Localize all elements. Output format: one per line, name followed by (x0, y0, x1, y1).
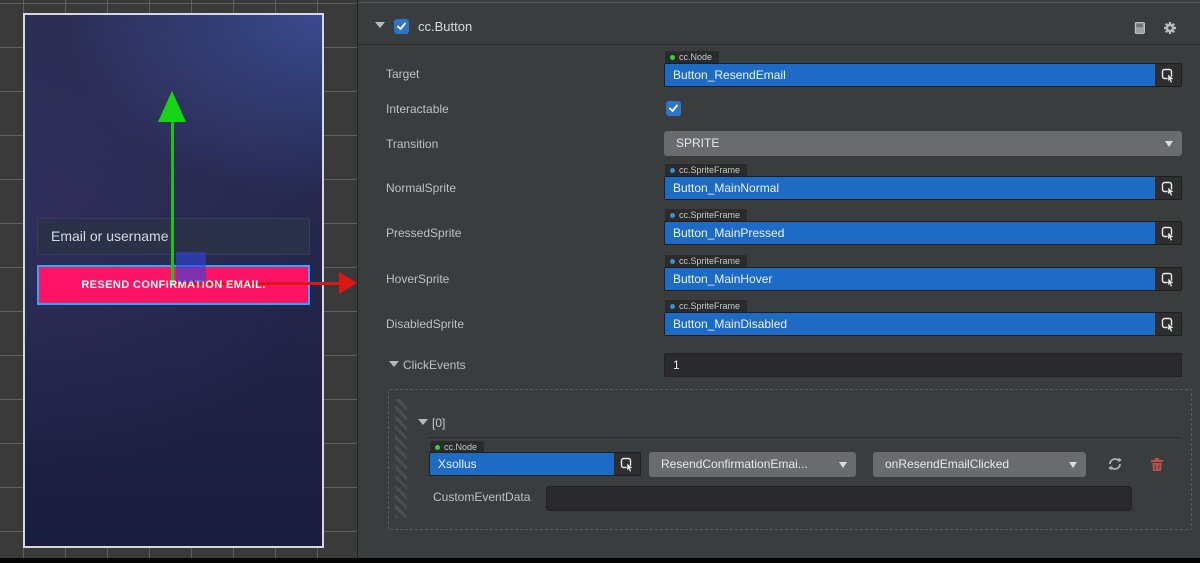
node-picker-icon (1161, 68, 1176, 83)
click-events-collapse-chevron-icon[interactable] (389, 361, 399, 367)
pressed-sprite-picker-button[interactable] (1155, 222, 1181, 244)
target-node-picker-button[interactable] (1155, 64, 1181, 86)
normal-sprite-value[interactable]: Button_MainNormal (665, 177, 1155, 199)
drag-handle[interactable] (395, 399, 407, 518)
node-type-dot-icon (670, 55, 675, 60)
event0-collapse-chevron-icon[interactable] (418, 419, 428, 425)
component-title: cc.Button (418, 19, 472, 35)
hover-sprite-field[interactable]: Button_MainHover (664, 267, 1182, 291)
hover-sprite-label: HoverSprite (386, 271, 449, 287)
disabled-sprite-field[interactable]: Button_MainDisabled (664, 312, 1182, 336)
spriteframe-type-dot-icon (670, 259, 675, 264)
trash-icon (1150, 457, 1164, 472)
resend-button-label: RESEND CONFIRMATION EMAIL. (81, 279, 265, 291)
normal-sprite-type-tag: cc.SpriteFrame (664, 163, 748, 176)
chevron-down-icon (1165, 141, 1173, 147)
hover-sprite-picker-button[interactable] (1155, 268, 1181, 290)
target-label: Target (386, 66, 419, 82)
disabled-sprite-label: DisabledSprite (386, 316, 464, 332)
disabled-sprite-picker-button[interactable] (1155, 313, 1181, 335)
spriteframe-type-dot-icon (670, 304, 675, 309)
node-picker-icon (1161, 317, 1176, 332)
event0-node-field[interactable]: Xsollus (429, 452, 641, 476)
node-picker-icon (1161, 272, 1176, 287)
checkmark-icon (396, 21, 407, 32)
hover-sprite-value[interactable]: Button_MainHover (665, 268, 1155, 290)
disabled-sprite-value[interactable]: Button_MainDisabled (665, 313, 1155, 335)
refresh-icon (1107, 456, 1123, 472)
gizmo-y-axis-arrow-icon[interactable] (158, 91, 186, 122)
event0-refresh-button[interactable] (1105, 454, 1125, 474)
pressed-sprite-label: PressedSprite (386, 225, 461, 241)
pressed-sprite-value[interactable]: Button_MainPressed (665, 222, 1155, 244)
transition-label: Transition (386, 136, 438, 152)
click-events-count-field[interactable]: 1 (664, 353, 1182, 377)
chevron-down-icon (839, 462, 847, 468)
disabled-sprite-type-tag: cc.SpriteFrame (664, 299, 748, 312)
event0-node-value[interactable]: Xsollus (430, 453, 614, 475)
normal-sprite-field[interactable]: Button_MainNormal (664, 176, 1182, 200)
gear-icon (1162, 20, 1178, 36)
event0-divider (428, 437, 1181, 438)
node-picker-icon (1161, 226, 1176, 241)
window-bottom-edge (0, 558, 1200, 563)
event0-component-dropdown[interactable]: ResendConfirmationEmai... (649, 452, 856, 477)
custom-event-data-field[interactable] (546, 486, 1132, 511)
book-icon (1132, 20, 1148, 36)
interactable-label: Interactable (386, 101, 449, 117)
gizmo-x-axis-arrow-icon[interactable] (339, 272, 357, 294)
target-node-field[interactable]: Button_ResendEmail (664, 63, 1182, 87)
node-picker-icon (620, 457, 635, 472)
node-picker-icon (1161, 181, 1176, 196)
component-collapse-chevron-icon[interactable] (375, 22, 385, 28)
pressed-sprite-field[interactable]: Button_MainPressed (664, 221, 1182, 245)
gizmo-y-axis-line (171, 120, 174, 284)
panel-top-divider (358, 2, 1200, 3)
event0-index-label: [0] (432, 415, 445, 431)
spriteframe-type-dot-icon (670, 168, 675, 173)
target-node-value[interactable]: Button_ResendEmail (665, 64, 1155, 86)
component-enabled-checkbox[interactable] (394, 19, 409, 34)
help-book-button[interactable] (1130, 18, 1150, 38)
checkmark-icon (668, 103, 679, 114)
editor-window: Email or username RESEND CONFIRMATION EM… (0, 0, 1200, 563)
inspector-panel: cc.Button Target cc.Node Bu (357, 0, 1200, 558)
event0-delete-button[interactable] (1148, 455, 1166, 473)
pressed-sprite-type-tag: cc.SpriteFrame (664, 208, 748, 221)
interactable-checkbox[interactable] (666, 101, 681, 116)
component-settings-button[interactable] (1160, 18, 1180, 38)
click-events-label: ClickEvents (403, 357, 466, 373)
normal-sprite-picker-button[interactable] (1155, 177, 1181, 199)
scene-view[interactable]: Email or username RESEND CONFIRMATION EM… (0, 0, 357, 558)
header-divider (358, 44, 1200, 45)
event0-node-picker-button[interactable] (614, 453, 640, 475)
custom-event-data-label: CustomEventData (433, 489, 530, 505)
chevron-down-icon (1069, 462, 1077, 468)
event0-handler-dropdown[interactable]: onResendEmailClicked (873, 452, 1086, 477)
hover-sprite-type-tag: cc.SpriteFrame (664, 254, 748, 267)
spriteframe-type-dot-icon (670, 213, 675, 218)
transition-dropdown[interactable]: SPRITE (664, 131, 1182, 156)
gizmo-center-handle[interactable] (176, 252, 206, 282)
target-type-tag: cc.Node (664, 50, 720, 63)
normal-sprite-label: NormalSprite (386, 180, 456, 196)
node-type-dot-icon (435, 445, 440, 450)
